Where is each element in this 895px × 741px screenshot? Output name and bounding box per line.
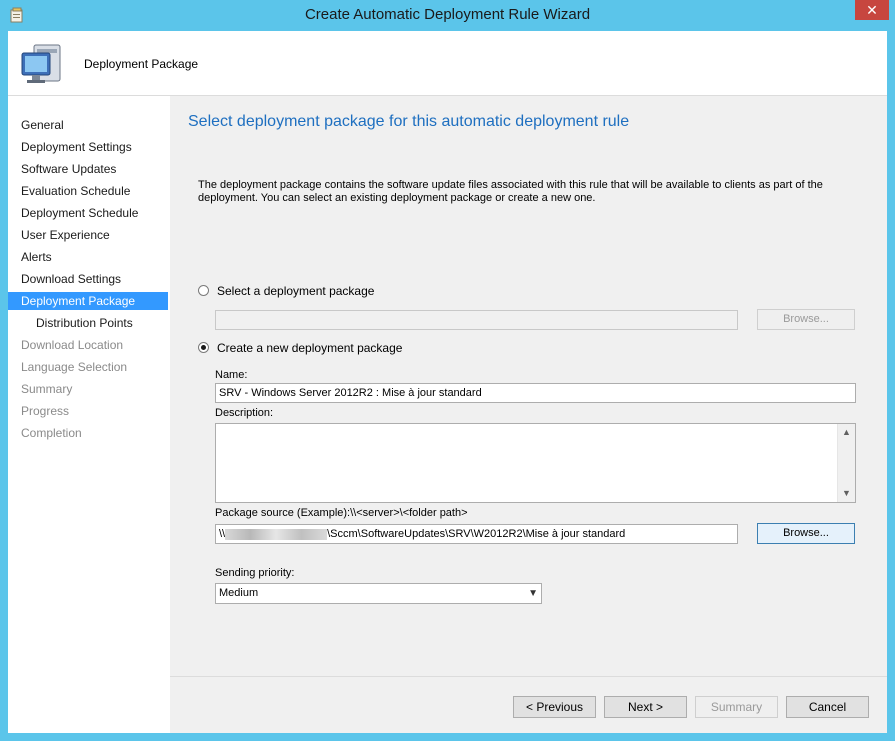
select-existing-package-label[interactable]: Select a deployment package [217, 284, 374, 298]
wizard-nav: General Deployment Settings Software Upd… [8, 96, 170, 733]
nav-item-download-settings[interactable]: Download Settings [8, 270, 168, 288]
package-source-suffix: \Sccm\SoftwareUpdates\SRV\W2012R2\Mise à… [327, 528, 626, 540]
select-existing-package-radio[interactable] [198, 285, 209, 296]
wizard-page-content: Select deployment package for this autom… [170, 96, 887, 676]
package-source-label: Package source (Example):\\<server>\<fol… [215, 507, 468, 519]
scroll-down-icon[interactable]: ▼ [839, 486, 854, 501]
redacted-server-name [225, 528, 328, 540]
header-title: Deployment Package [84, 57, 199, 71]
nav-item-deployment-schedule[interactable]: Deployment Schedule [8, 204, 168, 222]
cancel-button[interactable]: Cancel [786, 696, 869, 718]
package-source-browse-button[interactable]: Browse... [757, 523, 855, 544]
nav-item-evaluation-schedule[interactable]: Evaluation Schedule [8, 182, 168, 200]
previous-button[interactable]: < Previous [513, 696, 596, 718]
sending-priority-label: Sending priority: [215, 567, 295, 579]
wizard-window: Create Automatic Deployment Rule Wizard … [0, 0, 895, 741]
wizard-header: Deployment Package [8, 31, 887, 96]
title-bar[interactable]: Create Automatic Deployment Rule Wizard … [0, 0, 895, 32]
nav-item-deployment-settings[interactable]: Deployment Settings [8, 138, 168, 156]
package-description-textarea[interactable]: ▲ ▼ [215, 423, 856, 503]
existing-package-field [215, 310, 738, 330]
nav-item-download-location: Download Location [21, 338, 124, 352]
package-name-input[interactable]: SRV - Windows Server 2012R2 : Mise à jou… [215, 383, 856, 403]
nav-item-summary: Summary [21, 382, 73, 396]
nav-item-software-updates[interactable]: Software Updates [8, 160, 168, 178]
window-title: Create Automatic Deployment Rule Wizard [304, 6, 591, 23]
scroll-up-icon[interactable]: ▲ [839, 425, 854, 440]
name-label: Name: [215, 369, 248, 381]
package-source-input[interactable]: \\ \Sccm\SoftwareUpdates\SRV\W2012R2\Mise… [215, 524, 738, 544]
wizard-client-area: Deployment Package General Deployment Se… [8, 31, 887, 733]
existing-package-browse-button: Browse... [757, 309, 855, 330]
nav-item-distribution-points[interactable]: Distribution Points [8, 314, 168, 332]
nav-item-completion: Completion [21, 426, 82, 440]
chevron-down-icon[interactable]: ▼ [528, 584, 538, 603]
nav-item-alerts[interactable]: Alerts [8, 248, 168, 266]
page-description: The deployment package contains the soft… [198, 179, 823, 204]
sending-priority-select[interactable]: Medium ▼ [215, 583, 542, 604]
nav-item-progress: Progress [21, 404, 70, 418]
nav-item-language-selection: Language Selection [21, 360, 128, 374]
next-button[interactable]: Next > [604, 696, 687, 718]
page-heading: Select deployment package for this autom… [188, 113, 630, 130]
wizard-footer: < Previous Next > Summary Cancel [170, 677, 887, 733]
description-label: Description: [215, 407, 274, 419]
summary-button: Summary [695, 696, 778, 718]
create-new-package-label[interactable]: Create a new deployment package [217, 341, 402, 355]
computer-monitor-icon [21, 44, 61, 83]
nav-item-user-experience[interactable]: User Experience [8, 226, 168, 244]
nav-item-general[interactable]: General [8, 116, 168, 134]
sending-priority-value: Medium [219, 587, 259, 599]
close-button[interactable]: ✕ [855, 0, 889, 20]
nav-item-deployment-package[interactable]: Deployment Package [8, 292, 168, 310]
create-new-package-radio[interactable] [198, 342, 209, 353]
description-scrollbar[interactable]: ▲ ▼ [837, 424, 855, 502]
